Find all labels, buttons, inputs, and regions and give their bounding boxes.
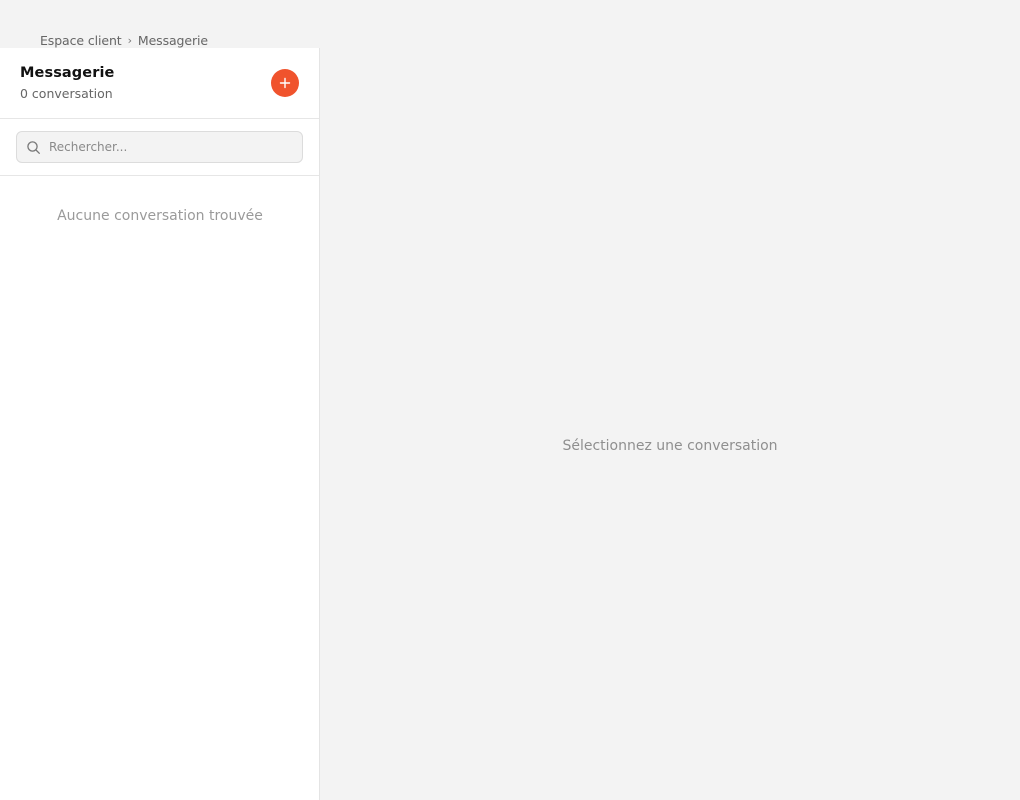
- search-icon: [27, 141, 40, 154]
- search-input[interactable]: [49, 132, 297, 162]
- breadcrumb-separator: ›: [127, 33, 132, 47]
- breadcrumb-item-current: Messagerie: [137, 32, 208, 48]
- breadcrumb-item-espace-client[interactable]: Espace client: [40, 33, 122, 48]
- conversation-count: 0 conversation: [20, 86, 113, 101]
- sidebar-title: Messagerie: [20, 65, 115, 81]
- select-conversation-message: Sélectionnez une conversation: [562, 438, 778, 454]
- sidebar-header: Messagerie 0 conversation: [0, 48, 319, 119]
- new-conversation-button[interactable]: [271, 69, 299, 97]
- breadcrumb: Espace client › Messagerie: [40, 31, 208, 49]
- plus-icon: [279, 77, 291, 89]
- conversation-sidebar: Messagerie 0 conversation Aucune convers…: [0, 48, 320, 800]
- search-area: [0, 119, 319, 176]
- empty-conversation-list-message: Aucune conversation trouvée: [57, 208, 263, 224]
- search-box[interactable]: [16, 131, 303, 163]
